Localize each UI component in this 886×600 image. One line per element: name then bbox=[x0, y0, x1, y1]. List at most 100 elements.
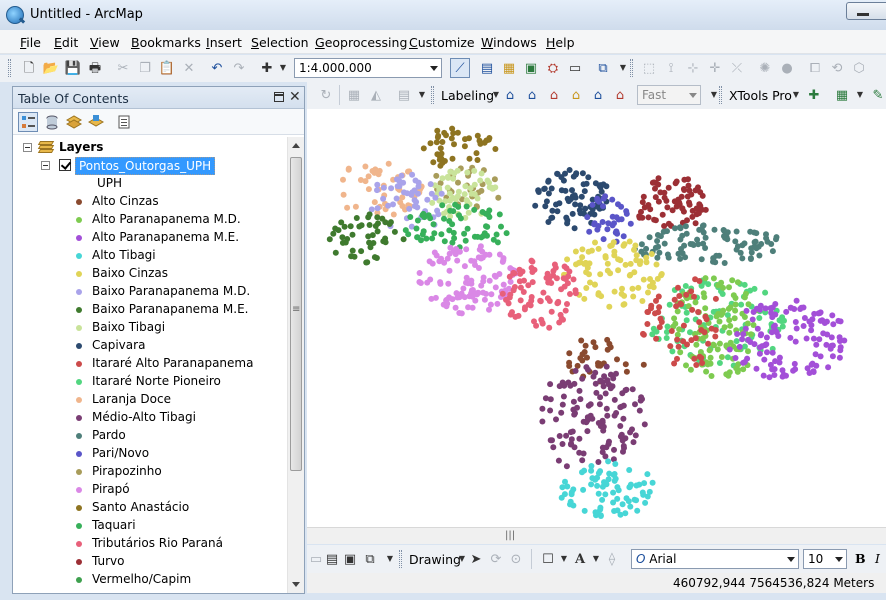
search-window-icon[interactable]: ▣ bbox=[522, 59, 540, 77]
legend-item[interactable]: Alto Paranapanema M.D. bbox=[13, 211, 283, 229]
label-manager-icon[interactable]: ⌂ bbox=[501, 86, 519, 104]
edit-vertices-icon[interactable]: ⟟ bbox=[662, 59, 680, 77]
identify-results-icon[interactable]: ▤ bbox=[478, 59, 496, 77]
copy-icon[interactable]: ❐ bbox=[136, 59, 154, 77]
legend-item[interactable]: Itararé Alto Paranapanema bbox=[13, 355, 283, 373]
legend-item[interactable]: Tributários Rio Paraná bbox=[13, 535, 283, 553]
label-speed-combo[interactable]: Fast bbox=[637, 85, 701, 105]
font-size-combo[interactable]: 10 bbox=[803, 549, 847, 569]
legend-item[interactable]: Baixo Paranapanema M.E. bbox=[13, 301, 283, 319]
font-name-combo[interactable]: O Arial bbox=[631, 549, 799, 569]
xtools-edit-icon[interactable]: ✎ bbox=[869, 86, 886, 104]
reshape-icon[interactable]: ⊹ bbox=[684, 59, 702, 77]
map-horizontal-scrollbar[interactable]: ||| bbox=[307, 527, 886, 544]
zoom-whole-page-icon[interactable]: ⊙ bbox=[507, 550, 525, 568]
create-features-icon[interactable]: ⟲ bbox=[828, 59, 846, 77]
legend-item[interactable]: Médio-Alto Tibagi bbox=[13, 409, 283, 427]
lock-labels-icon[interactable]: ⌂ bbox=[523, 86, 541, 104]
print-icon[interactable]: 🖶 bbox=[86, 59, 104, 77]
data-view-icon[interactable]: ▤ bbox=[323, 550, 341, 568]
report-icon[interactable]: ▤ bbox=[395, 86, 413, 104]
table-icon[interactable]: ▦ bbox=[345, 86, 363, 104]
delete-icon[interactable]: ✕ bbox=[180, 59, 198, 77]
chevron-down-icon[interactable]: ▼ bbox=[787, 86, 805, 104]
add-data-dropdown-icon[interactable]: ▼ bbox=[274, 59, 292, 77]
rotate-element-icon[interactable]: ⟳ bbox=[487, 550, 505, 568]
list-by-drawing-order-icon[interactable] bbox=[18, 112, 38, 132]
label-weight-icon[interactable]: ⌂ bbox=[567, 86, 585, 104]
refresh-view-icon[interactable]: ▣ bbox=[341, 550, 359, 568]
toolbar-overflow-icon[interactable]: ▼ bbox=[381, 550, 399, 568]
cut-polygon-icon[interactable]: ✛ bbox=[706, 59, 724, 77]
split-icon[interactable]: ⤫ bbox=[728, 59, 746, 77]
legend-item[interactable]: Pirapó bbox=[13, 481, 283, 499]
menu-selection[interactable]: Selection bbox=[251, 35, 309, 50]
scroll-down-icon[interactable] bbox=[292, 582, 300, 587]
collapse-icon[interactable] bbox=[23, 143, 32, 152]
legend-item[interactable]: Alto Cinzas bbox=[13, 193, 283, 211]
legend-item[interactable]: Capivara bbox=[13, 337, 283, 355]
menu-help[interactable]: Help bbox=[546, 35, 575, 50]
xtools-table-icon[interactable]: ▦ bbox=[833, 86, 851, 104]
layer-name[interactable]: Pontos_Outorgas_UPH bbox=[75, 157, 216, 175]
list-by-selection-icon[interactable] bbox=[86, 112, 106, 132]
bold-button[interactable]: B bbox=[855, 551, 866, 566]
arctoolbox-icon[interactable]: ⛭ bbox=[544, 59, 562, 77]
rotate-icon[interactable]: ✺ bbox=[756, 59, 774, 77]
legend-item[interactable]: Laranja Doce bbox=[13, 391, 283, 409]
scroll-thumb[interactable] bbox=[290, 157, 302, 471]
legend-item[interactable]: Itararé Norte Pioneiro bbox=[13, 373, 283, 391]
options-icon[interactable] bbox=[114, 112, 134, 132]
legend-item[interactable]: Vermelho/Capim bbox=[13, 571, 283, 589]
layer-visibility-checkbox[interactable] bbox=[59, 159, 71, 171]
edit-vertices-icon[interactable]: ⟠ bbox=[603, 550, 621, 568]
italic-button[interactable]: I bbox=[875, 551, 880, 566]
menu-edit[interactable]: Edit bbox=[54, 35, 78, 50]
legend-item[interactable]: Santo Anastácio bbox=[13, 499, 283, 517]
legend-item[interactable]: Turvo bbox=[13, 553, 283, 571]
layer-row[interactable]: Pontos_Outorgas_UPH bbox=[13, 157, 283, 175]
toc-vertical-scrollbar[interactable] bbox=[287, 137, 304, 593]
close-icon[interactable]: ✕ bbox=[289, 89, 301, 105]
xtools-add-icon[interactable]: ✚ bbox=[805, 86, 823, 104]
auto-hide-pin-icon[interactable] bbox=[274, 92, 284, 102]
select-elements-icon[interactable]: ➤ bbox=[467, 550, 485, 568]
menu-file[interactable]: File bbox=[20, 35, 41, 50]
paste-icon[interactable]: 📋 bbox=[158, 59, 176, 77]
legend-item[interactable]: Pirapozinho bbox=[13, 463, 283, 481]
view-unplaced-icon[interactable]: ⌂ bbox=[589, 86, 607, 104]
chevron-down-icon[interactable]: ▼ bbox=[851, 86, 869, 104]
catalog-icon[interactable]: ▦ bbox=[500, 59, 518, 77]
menu-geoprocessing[interactable]: Geoprocessing bbox=[315, 35, 407, 50]
graph-icon[interactable]: ◭ bbox=[367, 86, 385, 104]
redo-icon[interactable]: ↷ bbox=[230, 59, 248, 77]
layers-frame-row[interactable]: Layers bbox=[13, 139, 283, 157]
new-document-icon[interactable]: 🗋 bbox=[20, 59, 38, 77]
legend-item[interactable]: Alto Tibagi bbox=[13, 247, 283, 265]
legend-item[interactable]: Baixo Tibagi bbox=[13, 319, 283, 337]
collapse-icon[interactable] bbox=[41, 161, 50, 170]
map-scale-combo[interactable]: 1:4.000.000 bbox=[294, 58, 442, 78]
toolbar-overflow-icon[interactable]: ▼ bbox=[413, 86, 431, 104]
legend-item[interactable]: Pardo bbox=[13, 427, 283, 445]
toolbar-grip-3[interactable] bbox=[431, 86, 434, 104]
scroll-up-icon[interactable] bbox=[292, 143, 300, 148]
toolbar-grip-4[interactable] bbox=[719, 86, 722, 104]
menu-windows[interactable]: Windows bbox=[481, 35, 537, 50]
topology-icon[interactable]: ⬡ bbox=[850, 59, 868, 77]
list-by-source-icon[interactable] bbox=[42, 112, 62, 132]
minimize-button[interactable] bbox=[846, 2, 886, 20]
legend-item[interactable]: Baixo Cinzas bbox=[13, 265, 283, 283]
legend-item[interactable]: Baixo Paranapanema M.D. bbox=[13, 283, 283, 301]
menu-view[interactable]: View bbox=[90, 35, 120, 50]
list-by-visibility-icon[interactable] bbox=[64, 112, 84, 132]
label-priority-icon[interactable]: ⌂ bbox=[545, 86, 563, 104]
model-builder-icon[interactable]: ⧉ bbox=[594, 59, 612, 77]
pause-drawing-icon[interactable]: ⧉ bbox=[361, 550, 379, 568]
save-icon[interactable]: 💾 bbox=[64, 59, 82, 77]
menu-insert[interactable]: Insert bbox=[206, 35, 242, 50]
toolbar-grip[interactable] bbox=[8, 59, 11, 77]
xtools-pro-menu[interactable]: XTools Pro bbox=[729, 88, 792, 103]
legend-item[interactable]: Pari/Novo bbox=[13, 445, 283, 463]
editor-toolbar-icon[interactable]: ⟋ bbox=[450, 58, 470, 78]
